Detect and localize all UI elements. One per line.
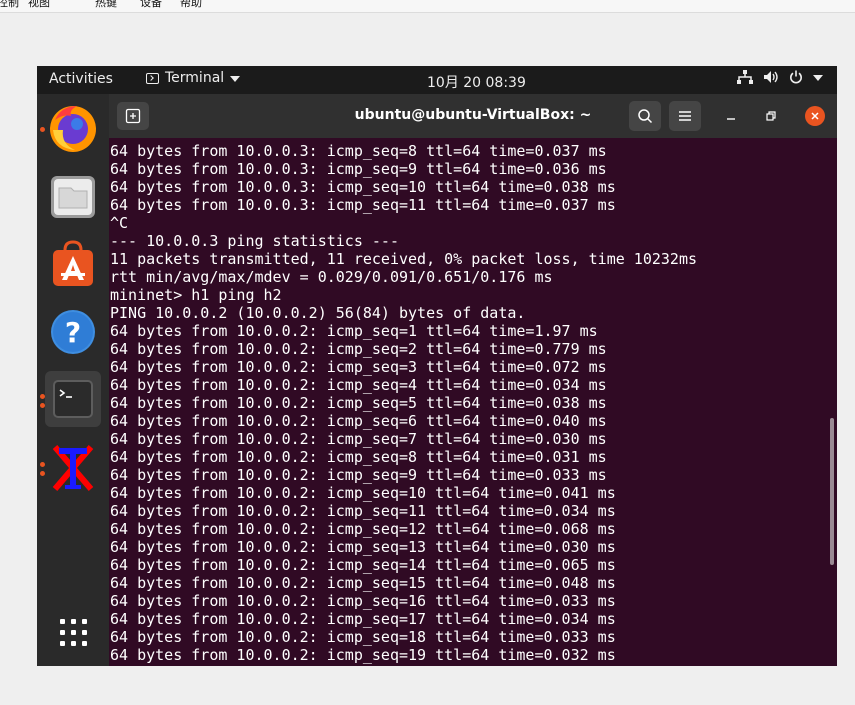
running-indicator bbox=[40, 403, 45, 408]
system-tray[interactable] bbox=[737, 70, 823, 84]
app-menu-label: Terminal bbox=[165, 70, 225, 86]
running-indicator bbox=[40, 127, 45, 132]
terminal-line: 64 bytes from 10.0.0.2: icmp_seq=14 ttl=… bbox=[110, 556, 616, 574]
menu-button[interactable] bbox=[669, 101, 701, 131]
terminal-line: PING 10.0.0.2 (10.0.0.2) 56(84) bytes of… bbox=[110, 304, 526, 322]
power-icon bbox=[790, 70, 802, 84]
host-menu-devices[interactable]: 设备 bbox=[140, 0, 162, 10]
terminal-line: --- 10.0.0.3 ping statistics --- bbox=[110, 232, 399, 250]
help-icon: ? bbox=[51, 310, 95, 354]
software-store-icon bbox=[53, 240, 93, 286]
firefox-icon bbox=[50, 106, 96, 152]
terminal-line: ^C bbox=[110, 214, 129, 232]
files-icon bbox=[51, 176, 95, 218]
close-button[interactable] bbox=[805, 106, 825, 126]
terminal-app-icon bbox=[146, 72, 159, 84]
terminal-line: 64 bytes from 10.0.0.2: icmp_seq=11 ttl=… bbox=[110, 502, 616, 520]
terminal-line: 64 bytes from 10.0.0.3: icmp_seq=10 ttl=… bbox=[110, 178, 616, 196]
terminal-line: 64 bytes from 10.0.0.2: icmp_seq=19 ttl=… bbox=[110, 646, 616, 664]
minimize-button[interactable] bbox=[721, 106, 741, 126]
search-icon bbox=[638, 109, 653, 124]
terminal-line: 64 bytes from 10.0.0.2: icmp_seq=4 ttl=6… bbox=[110, 376, 607, 394]
terminal-line: rtt min/avg/max/mdev = 0.029/0.091/0.651… bbox=[110, 268, 553, 286]
search-button[interactable] bbox=[629, 101, 661, 131]
dock-software[interactable] bbox=[45, 236, 101, 292]
terminal-line: 64 bytes from 10.0.0.2: icmp_seq=15 ttl=… bbox=[110, 574, 616, 592]
dock-files[interactable] bbox=[45, 168, 101, 224]
apps-grid-icon bbox=[60, 619, 87, 646]
terminal-line: 64 bytes from 10.0.0.2: icmp_seq=12 ttl=… bbox=[110, 520, 616, 538]
terminal-line: 64 bytes from 10.0.0.2: icmp_seq=6 ttl=6… bbox=[110, 412, 607, 430]
terminal-line: 64 bytes from 10.0.0.2: icmp_seq=18 ttl=… bbox=[110, 628, 616, 646]
running-indicator bbox=[40, 471, 45, 476]
terminal-output[interactable]: 64 bytes from 10.0.0.3: icmp_seq=8 ttl=6… bbox=[109, 138, 837, 666]
app-menu[interactable]: Terminal bbox=[146, 70, 241, 86]
vm-screen: Activities Terminal 10月 20 08:39 ? ubunt… bbox=[37, 66, 837, 666]
clock[interactable]: 10月 20 08:39 bbox=[427, 72, 526, 92]
terminal-line: 64 bytes from 10.0.0.3: icmp_seq=11 ttl=… bbox=[110, 196, 616, 214]
activities-button[interactable]: Activities bbox=[49, 71, 113, 87]
host-menubar: 控制 视图 热键 设备 帮助 bbox=[0, 0, 855, 13]
terminal-line: 64 bytes from 10.0.0.2: icmp_seq=13 ttl=… bbox=[110, 538, 616, 556]
terminal-line: 64 bytes from 10.0.0.2: icmp_seq=8 ttl=6… bbox=[110, 448, 607, 466]
dock-help[interactable]: ? bbox=[45, 304, 101, 360]
maximize-button[interactable] bbox=[761, 106, 781, 126]
minimize-icon bbox=[727, 118, 735, 120]
host-menu-hotkeys[interactable]: 热键 bbox=[95, 0, 117, 10]
hamburger-menu-icon bbox=[679, 111, 691, 121]
running-indicator bbox=[40, 462, 45, 467]
gnome-topbar: Activities Terminal 10月 20 08:39 bbox=[37, 66, 837, 94]
terminal-text: 64 bytes from 10.0.0.3: icmp_seq=8 ttl=6… bbox=[110, 142, 697, 664]
terminal-line: 64 bytes from 10.0.0.3: icmp_seq=8 ttl=6… bbox=[110, 142, 607, 160]
terminal-line: 64 bytes from 10.0.0.2: icmp_seq=16 ttl=… bbox=[110, 592, 616, 610]
terminal-line: 64 bytes from 10.0.0.2: icmp_seq=5 ttl=6… bbox=[110, 394, 607, 412]
close-icon bbox=[811, 112, 819, 120]
host-menu-view[interactable]: 视图 bbox=[28, 0, 50, 10]
show-applications-button[interactable] bbox=[45, 604, 101, 660]
terminal-line: 64 bytes from 10.0.0.2: icmp_seq=1 ttl=6… bbox=[110, 322, 598, 340]
dock-firefox[interactable] bbox=[45, 100, 101, 156]
terminal-window: ubuntu@ubuntu-VirtualBox: ~ 64 bytes fro… bbox=[109, 94, 837, 666]
host-menu-control[interactable]: 控制 bbox=[0, 0, 19, 10]
restore-icon bbox=[766, 111, 776, 121]
svg-text:?: ? bbox=[65, 316, 81, 349]
terminal-line: mininet> h1 ping h2 bbox=[110, 286, 282, 304]
volume-icon bbox=[764, 71, 778, 83]
terminal-icon bbox=[53, 380, 93, 418]
scrollbar[interactable] bbox=[830, 418, 834, 565]
terminal-line: 64 bytes from 10.0.0.2: icmp_seq=2 ttl=6… bbox=[110, 340, 607, 358]
chevron-down-icon bbox=[230, 76, 241, 82]
terminal-line: 64 bytes from 10.0.0.2: icmp_seq=3 ttl=6… bbox=[110, 358, 607, 376]
terminal-line: 64 bytes from 10.0.0.3: icmp_seq=9 ttl=6… bbox=[110, 160, 607, 178]
dock-terminal[interactable] bbox=[45, 371, 101, 427]
terminal-line: 11 packets transmitted, 11 received, 0% … bbox=[110, 250, 697, 268]
terminal-line: 64 bytes from 10.0.0.2: icmp_seq=7 ttl=6… bbox=[110, 430, 607, 448]
host-menu-help[interactable]: 帮助 bbox=[180, 0, 202, 10]
terminal-line: 64 bytes from 10.0.0.2: icmp_seq=17 ttl=… bbox=[110, 610, 616, 628]
dock: ? bbox=[37, 94, 109, 666]
running-indicator bbox=[40, 394, 45, 399]
dock-xterm[interactable] bbox=[45, 439, 101, 495]
network-icon bbox=[737, 70, 753, 84]
terminal-headerbar: ubuntu@ubuntu-VirtualBox: ~ bbox=[109, 94, 837, 138]
terminal-line: 64 bytes from 10.0.0.2: icmp_seq=9 ttl=6… bbox=[110, 466, 607, 484]
xterm-icon bbox=[52, 445, 94, 491]
chevron-down-icon bbox=[813, 75, 823, 81]
terminal-line: 64 bytes from 10.0.0.2: icmp_seq=10 ttl=… bbox=[110, 484, 616, 502]
